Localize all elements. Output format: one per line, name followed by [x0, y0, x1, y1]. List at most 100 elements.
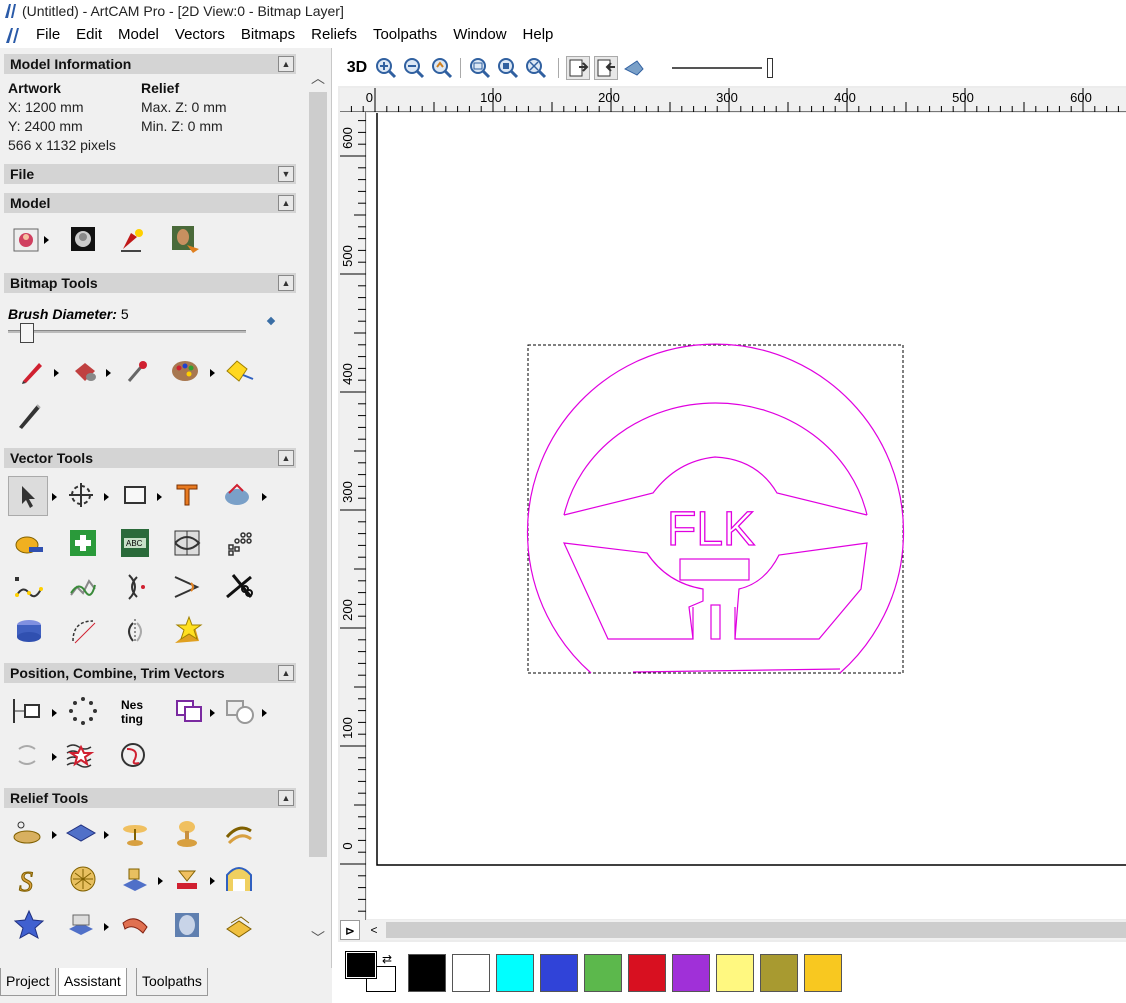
smooth-relief-icon[interactable]	[222, 862, 256, 896]
dropdown-arrow-icon[interactable]	[104, 493, 109, 501]
collapse-up-icon[interactable]: ▲	[278, 450, 294, 466]
import-image-icon[interactable]	[168, 222, 202, 256]
wrap-vector-icon[interactable]	[170, 526, 204, 560]
brush-slider-thumb[interactable]	[19, 323, 34, 343]
rectangle-tool-icon[interactable]	[118, 478, 152, 512]
model-header[interactable]: Model ▲	[4, 193, 296, 213]
color-swatch[interactable]	[760, 954, 798, 992]
star-relief-icon[interactable]	[12, 908, 46, 942]
menu-bitmaps[interactable]: Bitmaps	[233, 22, 303, 48]
color-swatch[interactable]	[804, 954, 842, 992]
emboss-relief-icon[interactable]	[64, 908, 98, 942]
vector-pen-icon[interactable]	[12, 398, 46, 432]
eye-view-icon[interactable]	[622, 56, 646, 80]
star-shape-icon[interactable]	[170, 614, 204, 648]
dropdown-arrow-icon[interactable]	[157, 493, 162, 501]
dropdown-arrow-icon[interactable]	[262, 709, 267, 717]
menu-model[interactable]: Model	[110, 22, 167, 48]
menu-vectors[interactable]: Vectors	[167, 22, 233, 48]
vector-text-grid-icon[interactable]: ABC	[118, 526, 152, 560]
dropdown-arrow-icon[interactable]	[52, 753, 57, 761]
color-swatch[interactable]	[716, 954, 754, 992]
text-tool-icon[interactable]	[170, 478, 204, 512]
dropdown-arrow-icon[interactable]	[54, 369, 59, 377]
scroll-down-icon[interactable]: ﹀	[308, 928, 328, 948]
app-menu-icon[interactable]	[4, 26, 22, 44]
flood-fill-icon[interactable]	[68, 354, 102, 388]
layer-relief-icon[interactable]	[222, 908, 256, 942]
flk-text[interactable]: FLK	[666, 502, 755, 556]
vector-tools-header[interactable]: Vector Tools ▲	[4, 448, 296, 468]
weave-relief-icon[interactable]	[66, 862, 100, 896]
zoom-selection-icon[interactable]	[496, 56, 520, 80]
pencil-draw-icon[interactable]	[16, 354, 50, 388]
color-swatch[interactable]	[584, 954, 622, 992]
brush-slider-track[interactable]	[8, 330, 246, 333]
dropdown-arrow-icon[interactable]	[210, 877, 215, 885]
select-tool-icon[interactable]	[8, 476, 48, 516]
align-vectors-icon[interactable]	[10, 694, 44, 728]
menu-reliefs[interactable]: Reliefs	[303, 22, 365, 48]
model-size-icon[interactable]	[10, 222, 44, 256]
scroll-up-icon[interactable]: ︿	[308, 68, 328, 88]
texture-relief-icon[interactable]	[118, 862, 152, 896]
panel-scroll-thumb[interactable]	[309, 92, 327, 857]
menu-toolpaths[interactable]: Toolpaths	[365, 22, 445, 48]
bitmap-to-vector-icon[interactable]	[222, 354, 256, 388]
spin-relief-icon[interactable]	[118, 816, 152, 850]
zoom-previous-icon[interactable]	[430, 56, 454, 80]
subtract-vectors-icon[interactable]	[222, 694, 256, 728]
relief-plane-icon[interactable]	[64, 816, 98, 850]
dropdown-arrow-icon[interactable]	[106, 369, 111, 377]
drawing-area[interactable]: FLK	[367, 113, 1126, 919]
fillet-icon[interactable]	[170, 570, 204, 604]
close-vectors-icon[interactable]	[10, 738, 44, 772]
color-swatch[interactable]	[408, 954, 446, 992]
add-node-icon[interactable]	[66, 526, 100, 560]
dropdown-arrow-icon[interactable]	[262, 493, 267, 501]
dropdown-arrow-icon[interactable]	[44, 236, 49, 244]
dropdown-arrow-icon[interactable]	[52, 831, 57, 839]
tape-measure-icon[interactable]	[12, 526, 46, 560]
tab-assistant[interactable]: Assistant	[58, 968, 127, 996]
zoom-all-icon[interactable]	[524, 56, 548, 80]
model-information-header[interactable]: Model Information ▲	[4, 54, 296, 74]
vector-node-edit-icon[interactable]	[220, 478, 254, 512]
dropdown-arrow-icon[interactable]	[210, 369, 215, 377]
tangent-arc-icon[interactable]	[66, 614, 100, 648]
dropdown-arrow-icon[interactable]	[210, 709, 215, 717]
trim-vectors-icon[interactable]	[222, 570, 256, 604]
extrude-icon[interactable]	[12, 614, 46, 648]
view-3d-button[interactable]: 3D	[344, 56, 370, 80]
zoom-slider-track[interactable]	[672, 67, 762, 69]
color-swatch[interactable]	[496, 954, 534, 992]
wave-pattern-icon[interactable]	[64, 738, 98, 772]
tab-project[interactable]: Project	[0, 968, 56, 996]
zoom-out-icon[interactable]	[402, 56, 426, 80]
menu-window[interactable]: Window	[445, 22, 514, 48]
color-swatch[interactable]	[452, 954, 490, 992]
offset-arc-icon[interactable]	[118, 570, 152, 604]
fit-curves-icon[interactable]	[66, 570, 100, 604]
nesting-points-icon[interactable]	[222, 526, 256, 560]
sculpt-relief-icon[interactable]	[118, 908, 152, 942]
expand-down-icon[interactable]: ▼	[278, 166, 294, 182]
dropdown-arrow-icon[interactable]	[52, 709, 57, 717]
zoom-in-icon[interactable]	[374, 56, 398, 80]
weld-vectors-icon[interactable]	[172, 694, 206, 728]
two-rail-sweep-icon[interactable]	[222, 816, 256, 850]
smooth-curve-icon[interactable]	[12, 570, 46, 604]
nesting-icon[interactable]: Nes ting	[118, 694, 152, 728]
mirror-vector-icon[interactable]	[118, 614, 152, 648]
s-curve-relief-icon[interactable]: S	[12, 862, 46, 896]
transform-icon[interactable]	[64, 478, 98, 512]
zoom-extents-icon[interactable]	[468, 56, 492, 80]
face-relief-icon[interactable]	[170, 908, 204, 942]
menu-file[interactable]: File	[28, 22, 68, 48]
canvas-scrollbar[interactable]: ⊳ <	[340, 920, 1126, 940]
color-palette-icon[interactable]	[168, 354, 202, 388]
position-combine-trim-header[interactable]: Position, Combine, Trim Vectors ▲	[4, 663, 296, 683]
color-swatch[interactable]	[628, 954, 666, 992]
dropdown-arrow-icon[interactable]	[52, 493, 57, 501]
scroll-left-icon[interactable]: <	[364, 920, 384, 940]
